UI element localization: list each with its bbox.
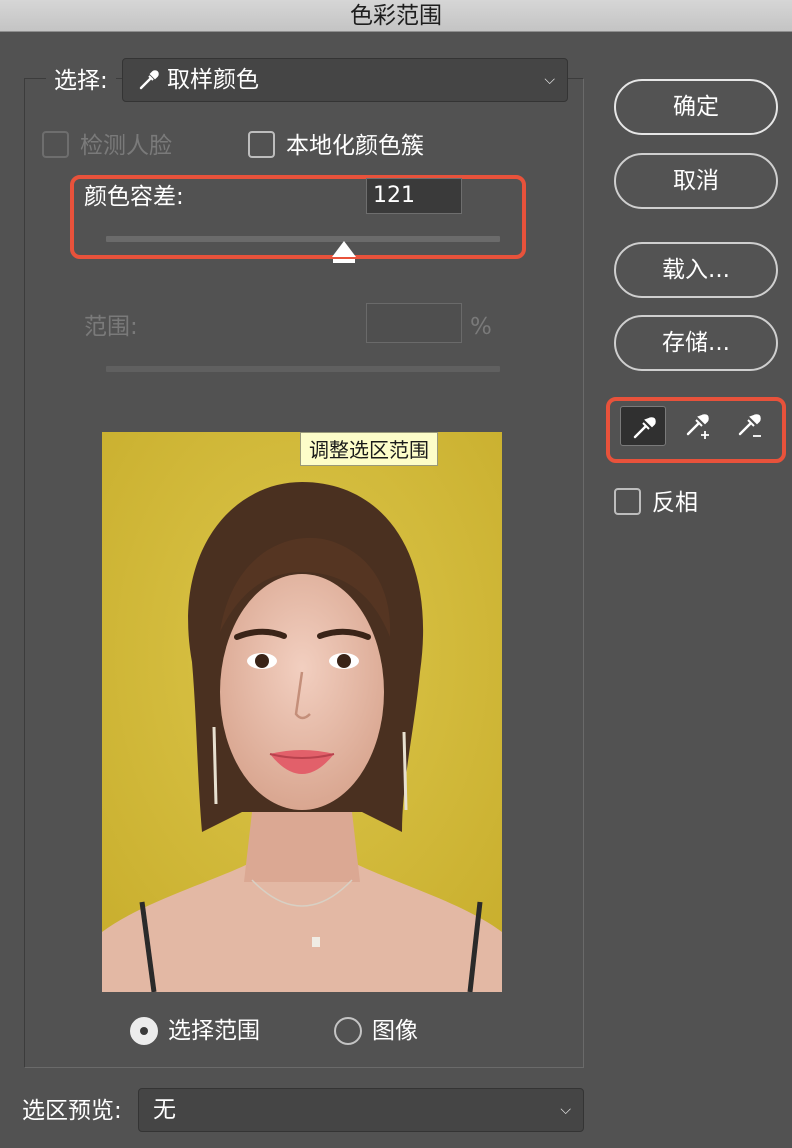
ok-button[interactable]: 确定 (614, 79, 778, 135)
fuzziness-slider-thumb[interactable] (332, 241, 357, 257)
invert-checkbox[interactable] (614, 488, 641, 515)
select-value: 取样颜色 (167, 67, 259, 93)
fuzziness-slider-track[interactable] (106, 236, 500, 242)
range-slider-track[interactable] (106, 366, 500, 372)
selection-radio[interactable] (130, 1017, 158, 1045)
detect-faces-label: 检测人脸 (80, 133, 172, 159)
selection-radio-label: 选择范围 (168, 1018, 260, 1044)
fuzziness-input[interactable]: 121 (366, 178, 462, 214)
fuzziness-slider-thumb-base (333, 257, 356, 263)
localized-clusters-checkbox[interactable] (248, 131, 275, 158)
cancel-button[interactable]: 取消 (614, 153, 778, 209)
selection-preview-image[interactable] (102, 432, 502, 992)
chevron-down-icon: ⌵ (560, 1102, 571, 1118)
localized-clusters-label: 本地化颜色簇 (286, 133, 424, 159)
invert-label: 反相 (652, 490, 698, 516)
range-unit: % (470, 314, 492, 340)
selection-preview-dropdown[interactable]: 无 ⌵ (138, 1088, 584, 1132)
save-button[interactable]: 存储... (614, 315, 778, 371)
eyedropper-subtract-tool-button[interactable] (726, 406, 772, 446)
range-input[interactable] (366, 303, 462, 343)
range-label: 范围: (84, 314, 138, 340)
image-radio-label: 图像 (372, 1018, 418, 1044)
eyedropper-tool-button[interactable] (620, 406, 666, 446)
select-label: 选择: (46, 62, 116, 100)
eyedropper-icon (633, 417, 656, 439)
preview-tooltip: 调整选区范围 (300, 432, 438, 466)
chevron-down-icon: ⌵ (544, 72, 555, 88)
load-button[interactable]: 载入... (614, 242, 778, 298)
image-radio[interactable] (334, 1017, 362, 1045)
selection-preview-label: 选区预览: (22, 1098, 122, 1124)
eyedropper-add-icon (686, 414, 709, 439)
selection-preview-value: 无 (153, 1097, 176, 1123)
detect-faces-checkbox[interactable] (42, 131, 69, 158)
select-dropdown[interactable]: 取样颜色 ⌵ (122, 58, 568, 102)
portrait-photo (102, 432, 502, 992)
fuzziness-label: 颜色容差: (84, 184, 184, 210)
eyedropper-icon (139, 70, 159, 90)
eyedropper-subtract-icon (738, 414, 761, 437)
window-title: 色彩范围 (0, 0, 792, 32)
eyedropper-add-tool-button[interactable] (674, 406, 720, 446)
